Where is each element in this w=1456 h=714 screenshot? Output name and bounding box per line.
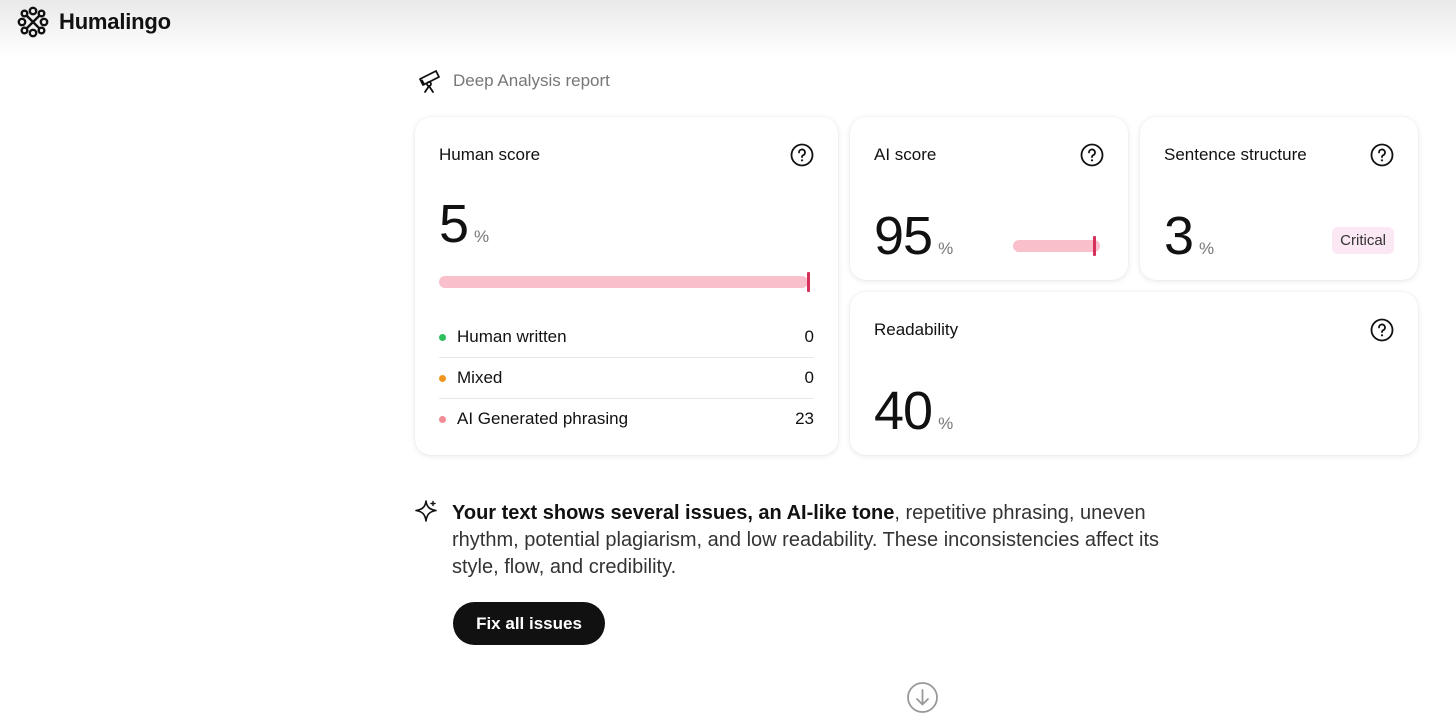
score-breakdown: Human written 0 Mixed 0 AI Generated phr…: [439, 317, 814, 439]
report-title: Deep Analysis report: [453, 71, 610, 90]
sparkle-icon: [415, 500, 437, 522]
readability-value: 40: [874, 381, 933, 441]
row-dot: [439, 415, 446, 423]
telescope-icon: [419, 70, 440, 93]
ai-score-bar: [1013, 240, 1100, 252]
help-icon[interactable]: [790, 143, 814, 167]
summary-text: Your text shows several issues, an AI-li…: [452, 500, 1202, 581]
readability-title: Readability: [874, 320, 959, 339]
row-value: 23: [795, 409, 814, 428]
summary-highlight: Your text shows several issues, an AI-li…: [452, 502, 895, 524]
readability-unit: %: [938, 414, 954, 433]
arrow-down-circle-icon[interactable]: [906, 681, 939, 714]
ai-score-value: 95: [874, 206, 933, 266]
ai-score-unit: %: [938, 239, 954, 258]
human-score-value-wrap: 5%: [439, 197, 489, 251]
human-score-title: Human score: [439, 145, 541, 164]
row-dot: [439, 374, 446, 382]
sentence-structure-unit: %: [1199, 239, 1215, 258]
fix-all-issues-button[interactable]: Fix all issues: [453, 602, 605, 645]
row-value: 0: [804, 327, 814, 346]
humalingo-logo-icon: [17, 6, 49, 38]
row-value: 0: [804, 368, 814, 387]
list-item: Mixed 0: [439, 358, 814, 399]
top-bar: Humalingo: [0, 0, 1456, 56]
sentence-structure-value-wrap: 3%: [1164, 209, 1214, 263]
row-label: AI Generated phrasing: [457, 409, 629, 428]
report-header: Deep Analysis report: [417, 68, 610, 94]
help-icon[interactable]: [1080, 143, 1104, 167]
ai-score-card: AI score 95%: [850, 117, 1128, 280]
human-score-unit: %: [474, 227, 490, 246]
human-score-value: 5: [439, 194, 469, 254]
row-label: Mixed: [457, 368, 503, 387]
sentence-structure-title: Sentence structure: [1164, 145, 1307, 164]
list-item: Human written 0: [439, 317, 814, 358]
sentence-structure-value: 3: [1164, 206, 1194, 266]
row-label: Human written: [457, 327, 567, 346]
readability-card: Readability 40%: [850, 292, 1418, 455]
row-dot: [439, 333, 446, 341]
help-icon[interactable]: [1370, 318, 1394, 342]
readability-value-wrap: 40%: [874, 384, 953, 438]
human-score-marker: [807, 272, 810, 292]
sentence-structure-card: Sentence structure 3% Critical: [1140, 117, 1418, 280]
list-item: AI Generated phrasing 23: [439, 399, 814, 439]
human-score-card: Human score 5% Human written 0 Mixed 0 A…: [415, 117, 838, 455]
status-badge: Critical: [1332, 227, 1394, 254]
help-icon[interactable]: [1370, 143, 1394, 167]
app-name: Humalingo: [59, 9, 171, 34]
ai-score-value-wrap: 95%: [874, 209, 953, 263]
ai-score-marker: [1093, 236, 1096, 256]
ai-score-title: AI score: [874, 145, 937, 164]
brand[interactable]: Humalingo: [17, 6, 171, 38]
human-score-bar: [439, 276, 808, 288]
